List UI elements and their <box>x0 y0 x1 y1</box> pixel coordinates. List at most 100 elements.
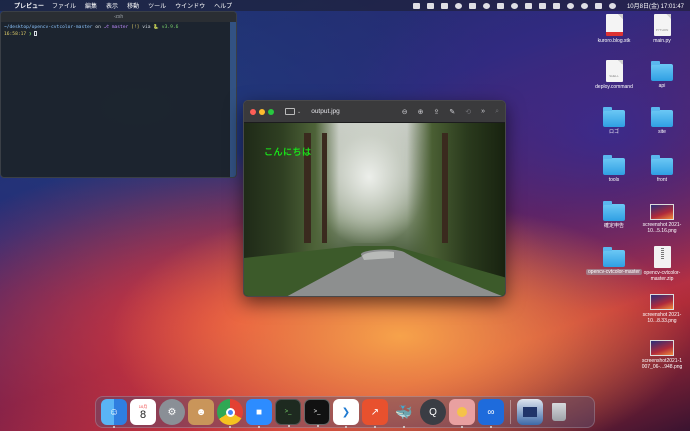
image-file-icon <box>650 340 674 356</box>
desktop-icon-label: front <box>656 177 667 183</box>
dock-separator <box>510 400 511 424</box>
menu-go[interactable]: 移動 <box>127 1 139 10</box>
quicktime-icon: Q <box>429 406 437 418</box>
rotate-icon[interactable]: ⟲ <box>465 108 471 116</box>
search-icon[interactable]: ⌕ <box>495 108 499 116</box>
minimize-button[interactable] <box>259 108 265 115</box>
vscode-icon: ❯ <box>341 406 351 418</box>
desktop-icon-opencv-zip[interactable]: opencv-cvtcolor-master.zip <box>634 246 690 282</box>
preview-icon <box>457 407 467 417</box>
gear-icon: ⚙ <box>167 406 177 418</box>
zoom-button[interactable] <box>268 108 274 115</box>
markup-icon[interactable]: ✎ <box>449 108 455 116</box>
battery-icon[interactable] <box>552 2 560 9</box>
menu-bar: プレビュー ファイル 編集 表示 移動 ツール ウインドウ ヘルプ 10月8日(… <box>0 0 690 11</box>
ruby-icon[interactable] <box>426 2 434 9</box>
close-button[interactable] <box>250 108 256 115</box>
dock-infinity[interactable]: ∞ <box>478 399 504 428</box>
dock-quicktime[interactable]: Q <box>420 399 446 425</box>
image-file-icon <box>650 204 674 220</box>
trash-icon <box>552 403 566 421</box>
terminal-title: -zsh <box>113 14 124 20</box>
desktop-icon-main-py[interactable]: PYTHON main.py <box>634 14 690 44</box>
terminal-output[interactable]: ~/desktop/opencv-cvtcolor-master on ⎇ ma… <box>1 22 236 40</box>
menu-help[interactable]: ヘルプ <box>214 1 232 10</box>
more-icon[interactable]: » <box>481 108 485 115</box>
infinity-icon: ∞ <box>487 406 495 418</box>
dock-terminal-1[interactable]: >_ <box>275 399 301 427</box>
camera-icon[interactable] <box>440 2 448 9</box>
dock-finder[interactable]: ☺ <box>101 399 127 428</box>
folder-icon <box>603 155 625 175</box>
menu-view[interactable]: 表示 <box>106 1 118 10</box>
desktop-icon-screenshot-2[interactable]: screenshot 2021-10...8.33.png <box>634 294 690 324</box>
terminal-window[interactable]: -zsh ~/desktop/opencv-cvtcolor-master on… <box>0 11 237 178</box>
desktop-icon-api[interactable]: api <box>634 61 690 89</box>
image-road <box>244 246 505 296</box>
input-method-icon[interactable] <box>538 2 546 9</box>
video-camera-icon: ■ <box>255 406 263 418</box>
menu-tools[interactable]: ツール <box>148 1 166 10</box>
preview-titlebar[interactable]: ⌄ output.jpg ⊖ ⊕ ⇪ ✎ ⟲ » ⌕ <box>244 101 505 123</box>
menu-app-name[interactable]: プレビュー <box>14 1 44 10</box>
dock-system-preferences[interactable]: ⚙ <box>159 399 185 425</box>
preview-window[interactable]: ⌄ output.jpg ⊖ ⊕ ⇪ ✎ ⟲ » ⌕ こんにちは <box>243 100 506 297</box>
desktop-icon-screenshot-3[interactable]: screenshot2021-1 007_06-...948.png <box>634 340 690 370</box>
image-greeting-text: こんにちは <box>264 147 312 157</box>
screen-record-icon[interactable] <box>412 2 420 9</box>
terminal-input-line: 16:58:17 ❯ <box>4 31 233 38</box>
prompt-branch: master <box>111 25 129 30</box>
dock-preview[interactable] <box>449 399 475 428</box>
cloud-icon[interactable] <box>482 2 490 9</box>
zoom-in-icon[interactable]: ⊕ <box>418 108 424 116</box>
python-file-icon: PYTHON <box>653 14 671 36</box>
desktop-icon-label: opencv-cvtcolor-master.zip <box>643 270 681 282</box>
terminal-titlebar[interactable]: -zsh <box>1 12 236 22</box>
bluetooth-icon[interactable] <box>524 2 532 9</box>
dock-docker[interactable]: 🐳 <box>391 399 417 428</box>
zoom-out-icon[interactable]: ⊖ <box>402 108 408 116</box>
folder-icon <box>603 107 625 127</box>
desktop-icon-label: screenshot 2021-10...5.16.png <box>642 222 682 234</box>
wifi-icon[interactable] <box>566 2 574 9</box>
terminal-scrollbar[interactable] <box>230 22 236 177</box>
desktop-icon-front[interactable]: front <box>634 155 690 183</box>
docker-icon: 🐳 <box>395 403 413 420</box>
menu-window[interactable]: ウインドウ <box>175 1 205 10</box>
desktop-icon-site[interactable]: site <box>634 107 690 135</box>
terminal-icon: >_ <box>284 409 292 415</box>
dock-vscode[interactable]: ❯ <box>333 399 359 428</box>
chevron-down-icon[interactable]: ⌄ <box>297 109 301 115</box>
search-icon[interactable] <box>580 2 588 9</box>
menu-clock[interactable]: 10月8日(金) 17:01:47 <box>627 1 684 10</box>
siri-icon[interactable] <box>608 2 616 9</box>
folder-icon <box>603 201 625 221</box>
prompt-path: ~/desktop/opencv-cvtcolor-master <box>4 25 93 30</box>
dock-calendar[interactable]: 10月 8 <box>130 399 156 425</box>
dock-screenshot-thumb[interactable] <box>517 399 543 425</box>
control-center-icon[interactable] <box>594 2 602 9</box>
dock-terminal-2[interactable]: >_ <box>304 399 330 427</box>
terminal-icon: >_ <box>313 409 321 415</box>
sidebar-toggle-icon[interactable] <box>285 108 295 115</box>
prompt-branch-icon: ⎇ <box>103 25 109 30</box>
share-icon[interactable]: ⇪ <box>434 108 440 116</box>
dock-zoom[interactable]: ■ <box>246 399 272 428</box>
menu-edit[interactable]: 編集 <box>85 1 97 10</box>
desktop-icon-label: screenshot 2021-10...8.33.png <box>642 312 682 324</box>
dock-chrome[interactable] <box>217 399 243 428</box>
chrome-icon <box>225 407 235 417</box>
dock-sourcetree[interactable]: ↗ <box>362 399 388 428</box>
calendar-day: 8 <box>139 408 147 421</box>
media-icon[interactable] <box>496 2 504 9</box>
preview-image: こんにちは <box>244 123 505 296</box>
pen-icon[interactable] <box>454 2 462 9</box>
dock-contacts[interactable]: ☻ <box>188 399 214 425</box>
sync-icon[interactable] <box>510 2 518 9</box>
image-file-icon <box>650 294 674 310</box>
dock-trash[interactable] <box>546 399 572 425</box>
image-trunk <box>322 133 327 243</box>
docker-icon[interactable] <box>468 2 476 9</box>
menu-file[interactable]: ファイル <box>52 1 76 10</box>
desktop-icon-screenshot-1[interactable]: screenshot 2021-10...5.16.png <box>634 204 690 234</box>
